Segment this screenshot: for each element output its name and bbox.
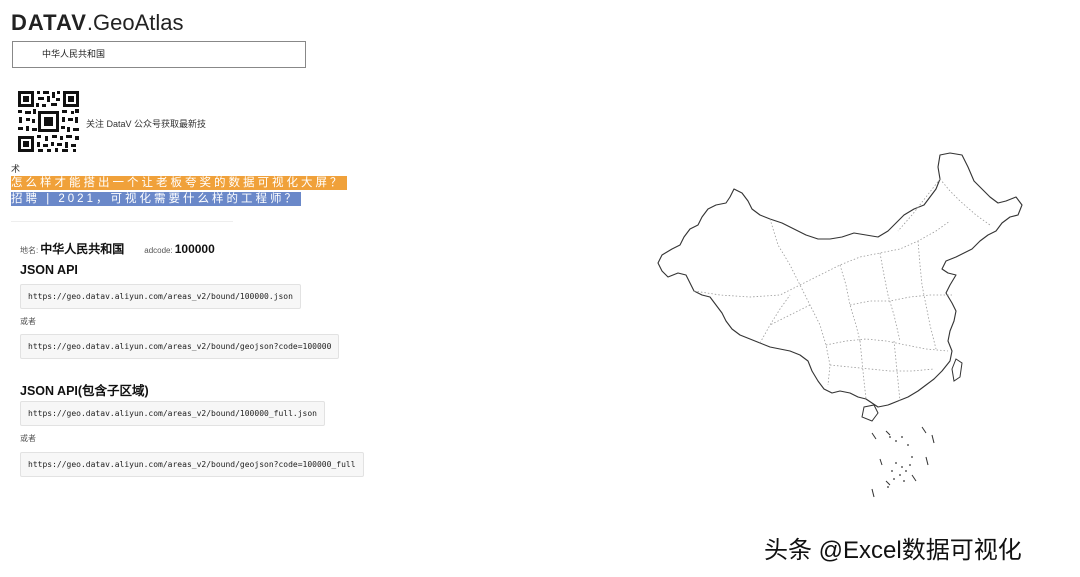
region-info: 地名: 中华人民共和国 adcode: 100000 <box>20 240 215 257</box>
name-label: 地名: <box>20 246 39 255</box>
map-taiwan <box>951 358 963 382</box>
watermark: 头条 @Excel数据可视化 <box>764 537 1022 564</box>
follow-text: 关注 DataV 公众号获取最新技 <box>86 119 207 129</box>
logo[interactable]: DATAV.GeoAtlas <box>11 9 184 37</box>
adcode-value: 100000 <box>174 242 215 256</box>
logo-brand: DATAV <box>11 10 87 35</box>
ad-link-dashboard[interactable]: 怎么样才能搭出一个让老板夸奖的数据可视化大屏？ <box>11 176 347 190</box>
json-api-url[interactable]: https://geo.datav.aliyun.com/areas_v2/bo… <box>20 284 301 309</box>
geojson-api-full-url[interactable]: https://geo.datav.aliyun.com/areas_v2/bo… <box>20 452 364 477</box>
name-value: 中华人民共和国 <box>40 242 125 256</box>
json-api-full-url[interactable]: https://geo.datav.aliyun.com/areas_v2/bo… <box>20 401 325 426</box>
region-select-value: 中华人民共和国 <box>42 49 106 59</box>
logo-product: .GeoAtlas <box>86 10 184 35</box>
qr-code-icon <box>16 89 81 154</box>
region-select[interactable]: 中华人民共和国 <box>12 41 306 68</box>
or-label: 或者 <box>20 317 36 326</box>
map-country-outline <box>657 152 1023 408</box>
china-map[interactable] <box>650 145 1040 515</box>
json-api-title: JSON API <box>20 263 78 277</box>
map-hainan <box>861 404 879 422</box>
follow-text-wrap: 术 <box>11 164 21 174</box>
adcode-label: adcode: <box>144 246 173 255</box>
geojson-api-url[interactable]: https://geo.datav.aliyun.com/areas_v2/bo… <box>20 334 340 359</box>
or-label-full: 或者 <box>20 434 36 443</box>
ad-link-recruit[interactable]: 招聘 | 2021，可视化需要什么样的工程师？ <box>11 192 301 206</box>
json-api-full-title: JSON API(包含子区域) <box>20 384 149 398</box>
divider <box>11 221 233 222</box>
